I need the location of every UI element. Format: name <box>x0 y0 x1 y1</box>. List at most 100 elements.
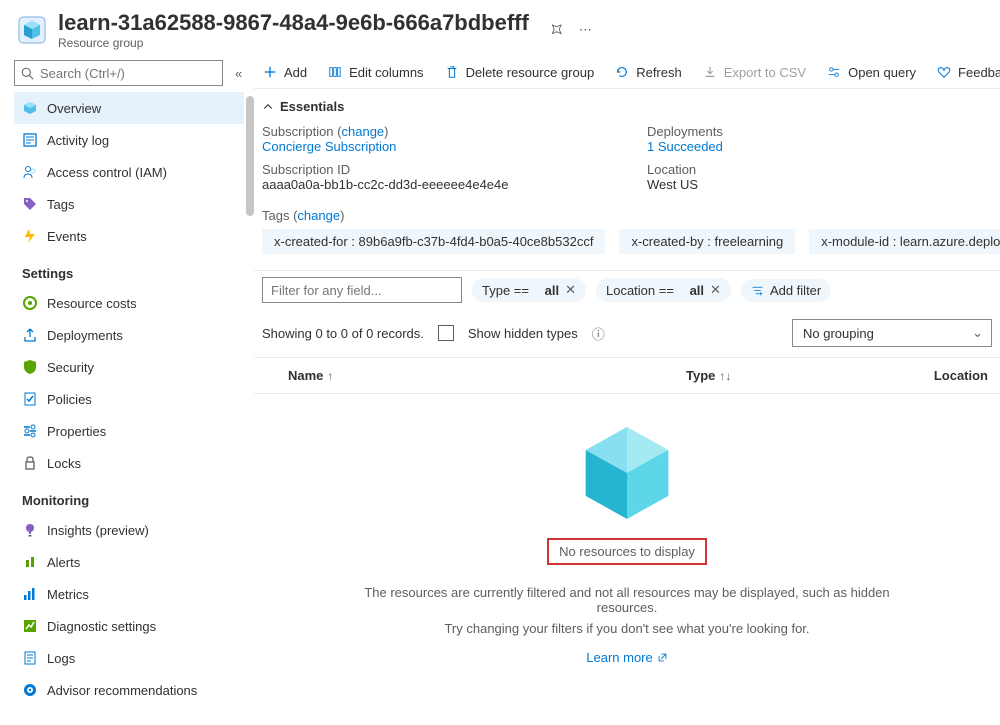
metrics-icon <box>22 586 38 602</box>
empty-title: No resources to display <box>547 538 707 565</box>
sidebar-item-label: Properties <box>47 424 106 439</box>
insights-icon <box>22 522 38 538</box>
refresh-button[interactable]: Refresh <box>614 64 682 80</box>
sidebar-item-label: Activity log <box>47 133 109 148</box>
close-icon[interactable]: ✕ <box>710 282 721 298</box>
tags-label: Tags <box>262 208 289 223</box>
filter-pill-type[interactable]: Type == all ✕ <box>472 278 586 302</box>
close-icon[interactable]: ✕ <box>565 282 576 298</box>
edit-columns-button[interactable]: Edit columns <box>327 64 423 80</box>
sidebar-item-activity-log[interactable]: Activity log <box>14 124 244 156</box>
activity-log-icon <box>22 132 38 148</box>
policies-icon <box>22 391 38 407</box>
sidebar-item-policies[interactable]: Policies <box>14 383 244 415</box>
essentials-toggle[interactable]: Essentials <box>254 89 1000 124</box>
sidebar-item-locks[interactable]: Locks <box>14 447 244 479</box>
sidebar-item-logs[interactable]: Logs <box>14 642 244 674</box>
heart-icon <box>936 64 952 80</box>
overview-icon <box>22 100 38 116</box>
sidebar-item-label: Access control (IAM) <box>47 165 167 180</box>
show-hidden-checkbox[interactable] <box>438 325 454 341</box>
sidebar-item-label: Metrics <box>47 587 89 602</box>
filter-pill-location[interactable]: Location == all ✕ <box>596 278 731 302</box>
delete-rg-label: Delete resource group <box>466 65 595 80</box>
sidebar-item-label: Diagnostic settings <box>47 619 156 634</box>
sidebar-header-monitoring: Monitoring <box>14 479 244 514</box>
sidebar-item-insights[interactable]: Insights (preview) <box>14 514 244 546</box>
sidebar-item-access-control[interactable]: Access control (IAM) <box>14 156 244 188</box>
sidebar-scrollbar[interactable] <box>246 96 254 216</box>
edit-columns-label: Edit columns <box>349 65 423 80</box>
tag-pill[interactable]: x-module-id : learn.azure.deploy-az <box>809 229 1000 254</box>
filter-bar: Type == all ✕ Location == all ✕ Add filt… <box>254 271 1000 309</box>
trash-icon <box>444 64 460 80</box>
learn-more-link[interactable]: Learn more <box>586 650 667 665</box>
sidebar-item-overview[interactable]: Overview <box>14 92 244 124</box>
tags-change-link[interactable]: change <box>297 208 340 223</box>
sidebar-item-properties[interactable]: Properties <box>14 415 244 447</box>
add-filter-button[interactable]: Add filter <box>741 279 831 302</box>
location-label: Location <box>647 162 992 177</box>
filter-input[interactable] <box>262 277 462 303</box>
add-label: Add <box>284 65 307 80</box>
refresh-icon <box>614 64 630 80</box>
sidebar-item-label: Logs <box>47 651 75 666</box>
tag-pill[interactable]: x-created-for : 89b6a9fb-c37b-4fd4-b0a5-… <box>262 229 605 254</box>
subscription-change-link[interactable]: change <box>342 124 385 139</box>
sidebar-item-label: Alerts <box>47 555 80 570</box>
sidebar-item-advisor[interactable]: Advisor recommendations <box>14 674 244 706</box>
empty-message-2: Try changing your filters if you don't s… <box>347 621 907 636</box>
sidebar: « Overview Activity log Access control (… <box>0 56 254 723</box>
pin-icon[interactable] <box>545 19 566 40</box>
alerts-icon <box>22 554 38 570</box>
column-header-name[interactable]: Name↑ <box>262 368 682 383</box>
table-header: Name↑ Type↑↓ Location <box>254 357 1000 394</box>
show-hidden-label: Show hidden types <box>468 326 578 341</box>
events-icon <box>22 228 38 244</box>
column-header-location[interactable]: Location <box>890 368 992 383</box>
sidebar-item-deployments[interactable]: Deployments <box>14 319 244 351</box>
search-box[interactable] <box>14 60 223 86</box>
command-bar: Add Edit columns Delete resource group R… <box>254 56 1000 88</box>
sidebar-item-tags[interactable]: Tags <box>14 188 244 220</box>
external-link-icon <box>657 652 668 663</box>
column-header-type[interactable]: Type↑↓ <box>686 368 886 383</box>
export-csv-button[interactable]: Export to CSV <box>702 64 806 80</box>
subscription-link[interactable]: Concierge Subscription <box>262 139 396 154</box>
page-header: learn-31a62588-9867-48a4-9e6b-666a7bdbef… <box>0 0 1000 56</box>
sidebar-item-diagnostic-settings[interactable]: Diagnostic settings <box>14 610 244 642</box>
page-subtitle: Resource group <box>58 36 529 50</box>
sidebar-item-alerts[interactable]: Alerts <box>14 546 244 578</box>
logs-icon <box>22 650 38 666</box>
subscription-label: Subscription <box>262 124 334 139</box>
deployments-label: Deployments <box>647 124 992 139</box>
subscription-id-value: aaaa0a0a-bb1b-cc2c-dd3d-eeeeee4e4e4e <box>262 177 607 200</box>
chevron-up-icon <box>262 101 274 113</box>
search-input[interactable] <box>40 66 216 81</box>
resource-costs-icon <box>22 295 38 311</box>
info-icon[interactable]: ⓘ <box>592 324 605 343</box>
add-button[interactable]: Add <box>262 64 307 80</box>
delete-rg-button[interactable]: Delete resource group <box>444 64 595 80</box>
sidebar-item-events[interactable]: Events <box>14 220 244 252</box>
record-count: Showing 0 to 0 of 0 records. <box>262 326 424 341</box>
sort-asc-icon: ↑ <box>327 369 333 383</box>
feedback-button[interactable]: Feedback <box>936 64 1000 80</box>
collapse-sidebar-icon[interactable]: « <box>235 66 242 81</box>
tags-section: Tags (change) x-created-for : 89b6a9fb-c… <box>254 208 1000 270</box>
properties-icon <box>22 423 38 439</box>
export-csv-label: Export to CSV <box>724 65 806 80</box>
empty-cube-icon <box>572 418 682 528</box>
tag-pill[interactable]: x-created-by : freelearning <box>619 229 795 254</box>
sidebar-item-metrics[interactable]: Metrics <box>14 578 244 610</box>
location-value: West US <box>647 177 992 200</box>
sidebar-item-security[interactable]: Security <box>14 351 244 383</box>
grouping-select[interactable]: No grouping <box>792 319 992 347</box>
nav-list: Overview Activity log Access control (IA… <box>14 92 254 706</box>
sidebar-item-label: Policies <box>47 392 92 407</box>
more-icon[interactable]: ⋯ <box>579 22 594 38</box>
essentials-panel: Subscription (change) Concierge Subscrip… <box>254 124 1000 208</box>
open-query-button[interactable]: Open query <box>826 64 916 80</box>
deployments-link[interactable]: 1 Succeeded <box>647 139 723 154</box>
sidebar-item-resource-costs[interactable]: Resource costs <box>14 287 244 319</box>
